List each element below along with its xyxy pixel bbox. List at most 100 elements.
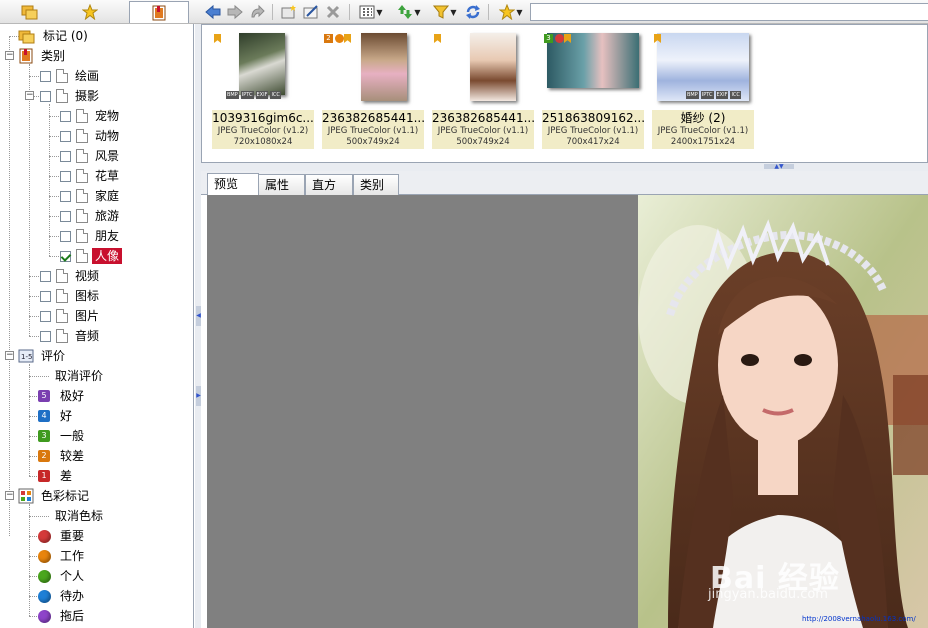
tab-histogram[interactable]: 直方图 xyxy=(305,174,353,212)
tree-item-audio[interactable]: 音频 xyxy=(40,326,102,346)
expand-right-grip[interactable]: ▶ xyxy=(196,386,201,406)
filter-button[interactable]: ▼ xyxy=(430,3,460,21)
up-folder-button[interactable] xyxy=(248,3,266,21)
tree-color-item-4[interactable]: 待办 xyxy=(38,586,87,606)
checkbox[interactable] xyxy=(60,190,71,202)
collapse-photo-toggle[interactable]: − xyxy=(25,91,34,100)
tree-color-item-3[interactable]: 个人 xyxy=(38,566,87,586)
checkbox[interactable] xyxy=(40,270,51,282)
tree-item-scenery[interactable]: 风景 xyxy=(60,146,122,166)
chevron-down-icon: ▼ xyxy=(450,7,457,17)
color-dot-icon xyxy=(38,569,51,583)
checkbox[interactable] xyxy=(60,130,71,142)
tree-color-item-1[interactable]: 重要 xyxy=(38,526,87,546)
rating-badge-icon: 1 xyxy=(38,470,50,482)
new-folder-button[interactable] xyxy=(280,3,298,21)
address-bar[interactable] xyxy=(530,3,928,21)
thumbnail-item[interactable]: 3 251863809162... JPEG TrueColor (v1.1) 700… xyxy=(542,31,644,149)
tree-item-portrait[interactable]: 人像 xyxy=(60,246,123,266)
tree-color-item-5[interactable]: 拖后 xyxy=(38,606,87,626)
tree-line xyxy=(29,516,49,517)
thumbnail-item[interactable]: 2 236382685441... JPEG TrueColor (v1.1) 500… xyxy=(322,31,424,149)
collapse-category-toggle[interactable]: − xyxy=(5,51,14,60)
checkbox[interactable] xyxy=(40,290,51,302)
checkbox[interactable] xyxy=(60,150,71,162)
tree-category[interactable]: 类别 xyxy=(18,46,68,66)
tree-label-rating-4: 较差 xyxy=(60,449,85,463)
page-icon xyxy=(56,309,68,323)
collapse-color-label-toggle[interactable]: − xyxy=(5,491,14,500)
tree-item-friends[interactable]: 朋友 xyxy=(60,226,122,246)
checkbox[interactable] xyxy=(40,70,51,82)
tree-item-travel[interactable]: 旅游 xyxy=(60,206,122,226)
refresh-button[interactable] xyxy=(464,3,482,21)
tab-category[interactable]: 类别 xyxy=(353,174,399,195)
checkbox[interactable] xyxy=(60,230,71,242)
back-button[interactable] xyxy=(204,3,222,21)
checkbox[interactable] xyxy=(60,110,71,122)
checkbox[interactable] xyxy=(60,250,71,262)
tree-color-label[interactable]: 色彩标记 xyxy=(18,486,92,506)
tree-item-pictures[interactable]: 图片 xyxy=(40,306,102,326)
collapse-left-grip[interactable]: ◀ xyxy=(196,306,201,326)
tree-item-photo[interactable]: 摄影 xyxy=(40,86,102,106)
tree-line xyxy=(29,456,37,457)
collapse-rating-toggle[interactable]: − xyxy=(5,351,14,360)
tab-folders[interactable] xyxy=(0,1,60,23)
tree-rating-item-2[interactable]: 4好 xyxy=(38,406,75,426)
view-mode-button[interactable]: ▼ xyxy=(356,3,386,21)
tree-line xyxy=(49,216,59,217)
tree-color-item-2[interactable]: 工作 xyxy=(38,546,87,566)
thumbnail-item[interactable]: BMP IPTC EXIF ICC 婚纱 (2) JPEG TrueColor (v1.1… xyxy=(652,31,754,149)
tree-line xyxy=(29,536,37,537)
page-icon xyxy=(76,189,88,203)
tree-item-pet[interactable]: 宠物 xyxy=(60,106,122,126)
thumbnail-caption: 236382685441... JPEG TrueColor (v1.1) 500x… xyxy=(432,110,534,149)
thumbnail-format: JPEG TrueColor (v1.1) xyxy=(657,126,749,136)
tree-rating-item-4[interactable]: 2 较差 xyxy=(38,446,87,466)
splitter-grip[interactable]: ▲▼ xyxy=(764,164,794,170)
tree-item-family[interactable]: 家庭 xyxy=(60,186,122,206)
tree-rating[interactable]: 1-5 评价 xyxy=(18,346,68,366)
checkbox[interactable] xyxy=(40,90,51,102)
toolbar-separator xyxy=(488,4,489,20)
tree-item-flower[interactable]: 花草 xyxy=(60,166,122,186)
tree-tagged[interactable]: 标记 (0) xyxy=(18,26,91,46)
tab-preview[interactable]: 预览 xyxy=(207,173,259,195)
tree-label-photo: 摄影 xyxy=(75,89,100,103)
tree-item-animal[interactable]: 动物 xyxy=(60,126,122,146)
tree-rating-item-0[interactable]: 取消评价 xyxy=(52,366,106,386)
tree-item-painting[interactable]: 绘画 xyxy=(40,66,102,86)
tree-rating-item-5[interactable]: 1差 xyxy=(38,466,75,486)
thumbnail-item[interactable]: BMP IPTC EXIF ICC 1039316gim6c... JPEG TrueCo… xyxy=(212,31,314,149)
tab-favorites[interactable] xyxy=(60,1,120,23)
toolbar-separator xyxy=(349,4,350,20)
horizontal-splitter[interactable]: ▲▼ xyxy=(201,163,928,171)
checkbox[interactable] xyxy=(40,310,51,322)
tab-catalog[interactable] xyxy=(129,1,189,23)
filter-icon xyxy=(433,5,450,19)
tree-item-video[interactable]: 视频 xyxy=(40,266,102,286)
tree-color-item-0[interactable]: 取消色标 xyxy=(52,506,106,526)
bmp-badge: BMP xyxy=(686,91,699,99)
rating-badge-icon: 3 xyxy=(544,34,553,43)
panel-splitter[interactable]: ◀ ▶ xyxy=(194,24,201,628)
checkbox[interactable] xyxy=(60,210,71,222)
tree-item-icons[interactable]: 图标 xyxy=(40,286,102,306)
folders-icon xyxy=(21,5,38,20)
forward-button[interactable] xyxy=(226,3,244,21)
checkbox[interactable] xyxy=(40,330,51,342)
tree-rating-item-1[interactable]: 5 极好 xyxy=(38,386,87,406)
sort-button[interactable]: ▼ xyxy=(394,3,424,21)
tab-properties[interactable]: 属性 xyxy=(258,174,305,195)
color-dot-icon xyxy=(38,589,51,603)
delete-button[interactable] xyxy=(324,3,342,21)
tree-line xyxy=(49,156,59,157)
thumbnail-item[interactable]: 236382685441... JPEG TrueColor (v1.1) 500x… xyxy=(432,31,534,149)
rename-button[interactable] xyxy=(302,3,320,21)
favorites-button[interactable]: ▼ xyxy=(496,3,526,21)
tree-rating-item-3[interactable]: 3 一般 xyxy=(38,426,87,446)
view-mode-icon xyxy=(359,5,375,19)
page-icon xyxy=(56,329,68,343)
checkbox[interactable] xyxy=(60,170,71,182)
